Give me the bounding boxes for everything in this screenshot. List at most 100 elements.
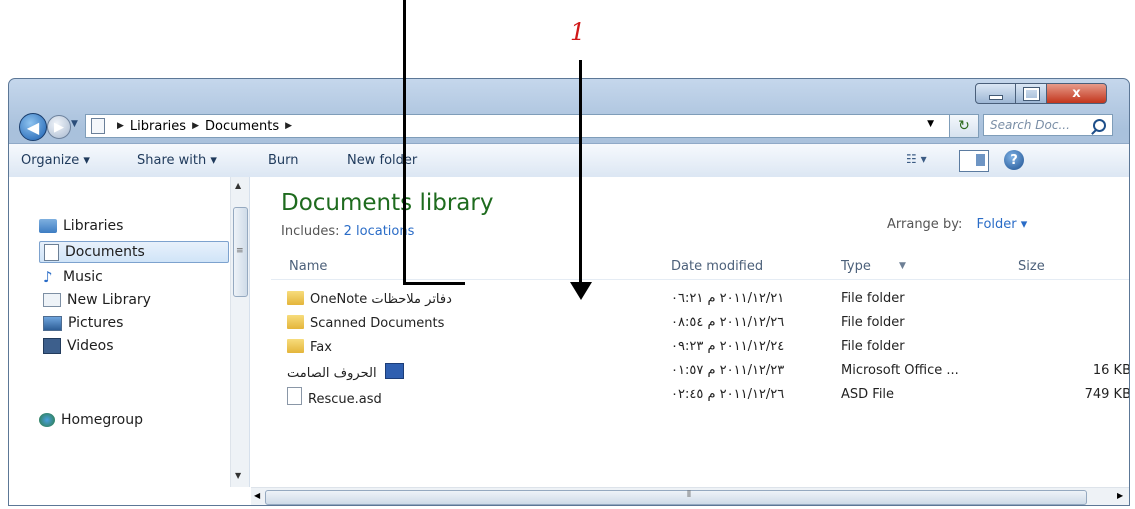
navigation-pane: Libraries Documents ♪ Music New Library P…	[9, 177, 250, 487]
file-row[interactable]: Rescue.asd ٢٠١١/١٢/٢٦ م ٠٢:٤٥ ASD File 7…	[271, 383, 1129, 407]
forward-arrow-icon: ▶	[54, 119, 64, 135]
nav-item-documents[interactable]: Documents	[39, 241, 229, 263]
scroll-thumb[interactable]: ≡	[233, 207, 248, 297]
close-icon: x	[1072, 86, 1081, 101]
document-icon	[91, 118, 105, 134]
forward-button[interactable]: ▶	[47, 115, 71, 139]
scroll-right-icon[interactable]: ▶	[1117, 491, 1123, 500]
recent-pages-dropdown[interactable]: ▼	[71, 119, 78, 129]
column-header-name[interactable]: Name	[289, 259, 327, 274]
folder-icon	[287, 291, 304, 305]
nav-item-pictures[interactable]: Pictures	[43, 315, 123, 331]
help-button[interactable]: ?	[1004, 150, 1024, 170]
grip-icon: ≡	[236, 246, 244, 256]
grip-icon: ⦀	[687, 490, 691, 500]
nav-pane-scrollbar[interactable]: ▲ ≡ ▼	[230, 177, 249, 487]
file-row[interactable]: Fax ٢٠١١/١٢/٢٤ م ٠٩:٢٣ File folder	[271, 335, 1129, 359]
back-button[interactable]: ◀	[19, 113, 47, 141]
scroll-up-icon[interactable]: ▲	[235, 181, 241, 190]
folder-icon	[287, 315, 304, 329]
nav-item-label: Pictures	[68, 315, 124, 331]
search-input[interactable]: Search Doc...	[983, 114, 1113, 136]
search-icon[interactable]	[1093, 118, 1106, 132]
address-bar[interactable]: ▶ Libraries ▶ Documents ▶ ▼	[85, 114, 957, 138]
arrange-by: Arrange by: Folder ▾	[887, 217, 1027, 232]
breadcrumb-libraries[interactable]: Libraries	[130, 119, 186, 134]
annotation-arrow-line	[403, 282, 465, 285]
annotation-number: 1	[570, 18, 586, 46]
address-bar-row: ◀ ▶ ▼ ▶ Libraries ▶ Documents ▶ ▼ ↻ Sear…	[9, 111, 1129, 143]
nav-item-label: New Library	[67, 292, 151, 308]
homegroup-icon	[39, 413, 55, 427]
nav-item-label: Videos	[67, 338, 114, 354]
arrange-by-label: Arrange by:	[887, 217, 963, 232]
file-type: Microsoft Office ...	[841, 363, 959, 378]
horizontal-scrollbar[interactable]: ◀ ⦀ ▶	[251, 487, 1129, 505]
file-type: File folder	[841, 315, 905, 330]
annotation-arrow-line	[579, 60, 582, 285]
library-icon	[43, 293, 61, 307]
folder-icon	[287, 339, 304, 353]
file-type: ASD File	[841, 387, 895, 402]
arrange-by-dropdown[interactable]: Folder ▾	[976, 217, 1027, 232]
file-name: Fax	[310, 340, 332, 355]
breadcrumb-documents[interactable]: Documents	[205, 119, 279, 134]
nav-item-music[interactable]: ♪ Music	[43, 269, 103, 285]
file-row[interactable]: الحروف الصامت ٢٠١١/١٢/٢٣ م ٠١:٥٧ Microso…	[271, 359, 1130, 383]
file-name: الحروف الصامت	[287, 366, 377, 381]
nav-item-label: Documents	[65, 244, 145, 260]
library-includes: Includes: 2 locations	[281, 224, 414, 239]
scroll-left-icon[interactable]: ◀	[254, 491, 260, 500]
annotation-arrowhead-icon	[570, 282, 592, 300]
breadcrumb-separator-icon[interactable]: ▶	[285, 121, 292, 131]
scroll-thumb[interactable]	[265, 490, 1087, 505]
column-header-date[interactable]: Date modified	[671, 259, 763, 274]
music-icon: ♪	[43, 268, 53, 286]
file-date: ٢٠١١/١٢/٢٦ م ٠٢:٤٥	[671, 387, 785, 402]
file-date: ٢٠١١/١٢/٢٤ م ٠٩:٢٣	[671, 339, 785, 354]
file-row[interactable]: Scanned Documents ٢٠١١/١٢/٢٦ م ٠٨:٥٤ Fil…	[271, 311, 1129, 335]
nav-item-new-library[interactable]: New Library	[43, 292, 151, 308]
library-icon	[39, 219, 57, 233]
nav-item-label: Libraries	[63, 218, 124, 234]
column-header-size[interactable]: Size	[1018, 259, 1045, 274]
address-dropdown-icon[interactable]: ▼	[927, 119, 934, 129]
maximize-button[interactable]	[1015, 83, 1047, 104]
help-icon: ?	[1010, 152, 1018, 168]
includes-label: Includes:	[281, 224, 340, 239]
videos-icon	[43, 338, 61, 354]
minimize-icon	[988, 95, 1003, 100]
new-folder-button[interactable]: New folder	[347, 153, 417, 168]
file-date: ٢٠١١/١٢/٢٣ م ٠١:٥٧	[671, 363, 785, 378]
change-view-button[interactable]: ☷ ▾	[906, 152, 927, 166]
column-dropdown-icon[interactable]: ▼	[899, 261, 906, 271]
file-date: ٢٠١١/١٢/٢٦ م ٠٨:٥٤	[671, 315, 785, 330]
maximize-icon	[1022, 86, 1040, 101]
close-button[interactable]: x	[1046, 83, 1107, 104]
nav-item-homegroup[interactable]: Homegroup	[39, 412, 143, 428]
library-title: Documents library	[281, 190, 494, 216]
file-size: 16 KB	[1092, 363, 1130, 378]
refresh-button[interactable]: ↻	[949, 114, 979, 138]
nav-item-libraries[interactable]: Libraries	[39, 218, 123, 234]
share-with-menu[interactable]: Share with ▾	[137, 153, 217, 168]
breadcrumb-separator-icon[interactable]: ▶	[117, 121, 124, 131]
annotation-arrow-line	[403, 0, 406, 284]
file-name: OneNote دفاتر ملاحظات	[310, 292, 452, 307]
command-bar: Organize ▾ Share with ▾ Burn New folder …	[9, 143, 1129, 179]
file-row[interactable]: OneNote دفاتر ملاحظات ٢٠١١/١٢/٢١ م ٠٦:٢١…	[271, 287, 1129, 311]
word-document-icon	[384, 363, 404, 379]
file-type: File folder	[841, 291, 905, 306]
burn-button[interactable]: Burn	[268, 153, 299, 168]
nav-item-videos[interactable]: Videos	[43, 338, 114, 354]
file-name: Rescue.asd	[308, 392, 382, 407]
scroll-down-icon[interactable]: ▼	[235, 471, 241, 480]
preview-pane-button[interactable]	[959, 150, 989, 172]
organize-menu[interactable]: Organize ▾	[21, 153, 90, 168]
search-placeholder: Search Doc...	[990, 118, 1070, 132]
breadcrumb-separator-icon[interactable]: ▶	[192, 121, 199, 131]
column-header-type[interactable]: Type	[841, 259, 871, 274]
document-icon	[44, 243, 59, 261]
minimize-button[interactable]	[975, 83, 1016, 104]
refresh-icon: ↻	[958, 118, 970, 134]
